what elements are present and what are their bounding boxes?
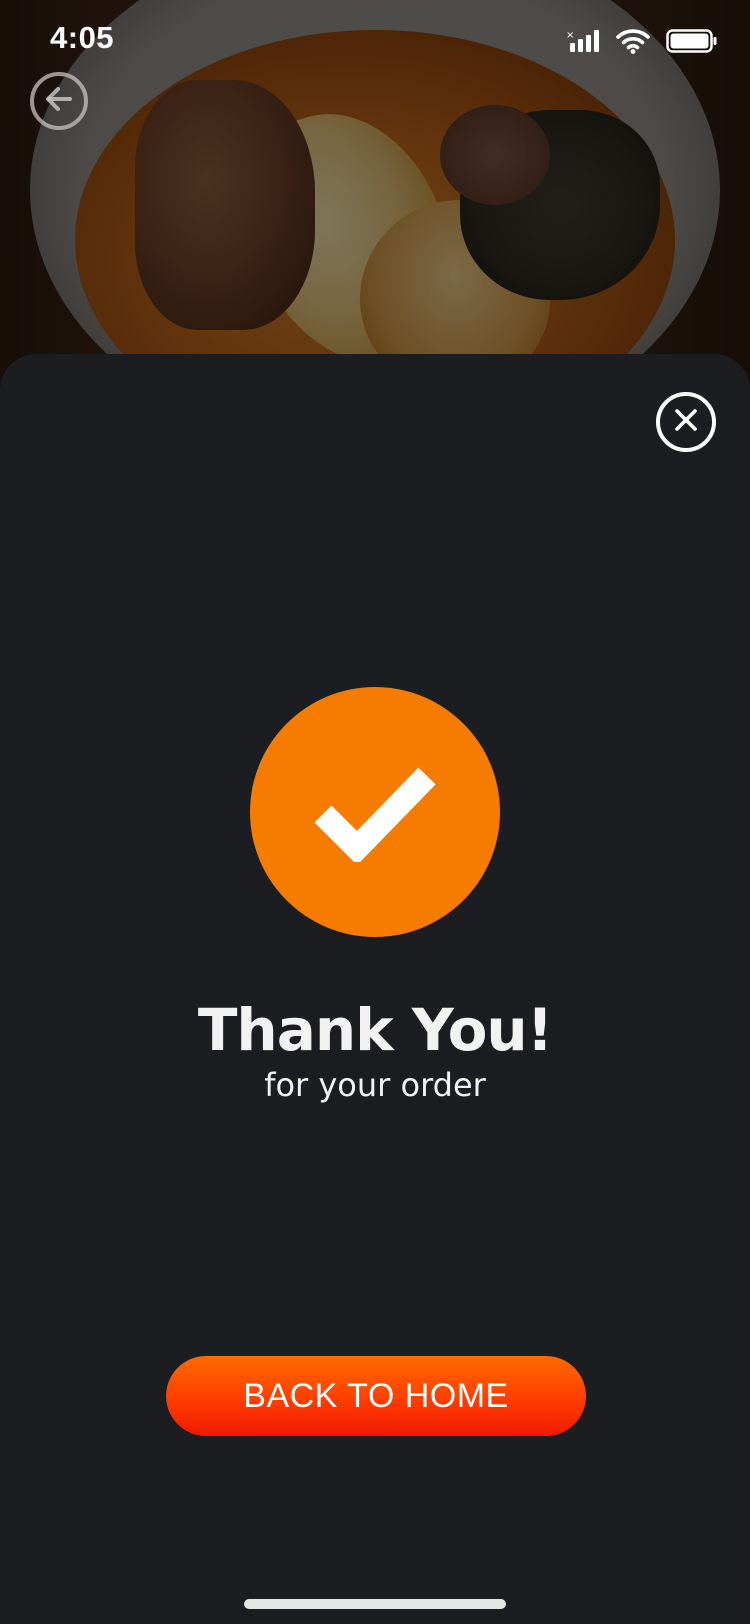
page-title: Thank You! <box>197 996 553 1064</box>
order-confirmation-screen: 4:05 × Thank You! for your order BACK TO… <box>0 0 750 1624</box>
page-subtitle: for your order <box>264 1066 486 1104</box>
arrow-left-icon <box>42 82 76 121</box>
home-indicator <box>244 1599 506 1609</box>
cellular-signal-icon: × <box>566 29 600 58</box>
svg-text:×: × <box>566 30 574 41</box>
status-icons: × <box>566 28 718 59</box>
success-badge <box>250 687 500 937</box>
status-bar: 4:05 × <box>0 0 750 80</box>
status-time: 4:05 <box>50 20 115 55</box>
back-button[interactable] <box>30 72 88 130</box>
close-button[interactable] <box>656 392 716 452</box>
close-icon <box>673 407 699 438</box>
checkmark-icon <box>313 758 437 867</box>
wifi-icon <box>616 28 650 59</box>
battery-icon <box>666 28 718 59</box>
back-to-home-button[interactable]: BACK TO HOME <box>166 1356 586 1436</box>
